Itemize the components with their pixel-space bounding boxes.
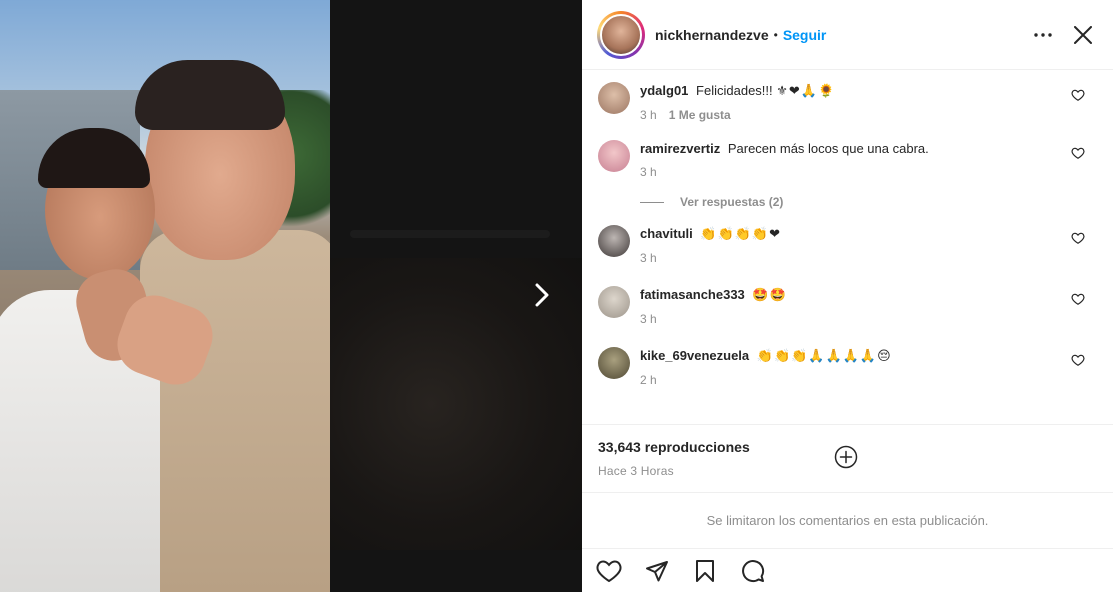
comment-time[interactable]: 3 h — [640, 165, 657, 179]
comment-item: chavituli 👏👏👏👏❤ 3 h — [582, 225, 1113, 265]
commenter-username[interactable]: ydalg01 — [640, 83, 688, 98]
background-tabs — [350, 230, 550, 238]
view-replies-button[interactable]: Ver respuestas (2) — [640, 195, 1113, 209]
heart-icon — [1071, 89, 1085, 101]
comments-list[interactable]: ydalg01 Felicidades!!! ⚜❤🙏🌻 3 h 1 Me gus… — [582, 70, 1113, 469]
heart-icon — [1071, 147, 1085, 159]
video-groom-hair — [135, 60, 285, 130]
commenter-avatar[interactable] — [598, 82, 630, 114]
more-dots-icon — [1034, 32, 1052, 37]
follow-button[interactable]: Seguir — [783, 27, 827, 43]
post-header: nickhernandezve • Seguir — [582, 0, 1113, 70]
commenter-username[interactable]: ramirezvertiz — [640, 141, 720, 156]
heart-icon — [1071, 354, 1085, 366]
commenter-avatar[interactable] — [598, 225, 630, 257]
post-side-panel: nickhernandezve • Seguir ydalg01 Felicid… — [582, 0, 1113, 592]
save-button[interactable] — [692, 558, 718, 584]
comment-item: ramirezvertiz Parecen más locos que una … — [582, 140, 1113, 179]
comment-emojis: 🤩🤩 — [752, 288, 787, 303]
view-replies-label: Ver respuestas (2) — [680, 195, 784, 209]
heart-icon — [1071, 232, 1085, 244]
share-button[interactable] — [644, 558, 670, 584]
plus-circle-icon — [834, 445, 858, 469]
comment-emojis: 👏👏👏👏❤ — [700, 227, 782, 242]
like-comment-button[interactable] — [1071, 231, 1085, 245]
comment-emojis: 👏👏👏🙏🙏🙏🙏😔 — [756, 349, 892, 364]
comment-item: fatimasanche333 🤩🤩 3 h — [582, 286, 1113, 326]
like-comment-button[interactable] — [1071, 353, 1085, 367]
comment-time[interactable]: 3 h — [640, 108, 657, 122]
send-icon — [646, 560, 668, 581]
avatar[interactable] — [600, 13, 642, 56]
separator-dot: • — [773, 27, 778, 42]
load-more-comments-button[interactable] — [834, 445, 858, 469]
heart-icon — [1071, 293, 1085, 305]
comment-time[interactable]: 3 h — [640, 251, 657, 265]
replies-divider — [640, 201, 664, 203]
commenter-username[interactable]: fatimasanche333 — [640, 287, 745, 302]
comment-item: kike_69venezuela 👏👏👏🙏🙏🙏🙏😔 2 h — [582, 347, 1113, 387]
commenter-avatar[interactable] — [598, 347, 630, 379]
commenter-avatar[interactable] — [598, 286, 630, 318]
comment-icon — [742, 559, 765, 582]
comment-time[interactable]: 3 h — [640, 312, 657, 326]
comment-text: Parecen más locos que una cabra. — [727, 141, 929, 156]
bookmark-icon — [696, 559, 714, 582]
like-button[interactable] — [596, 558, 622, 584]
comments-limited-notice: Se limitaron los comentarios en esta pub… — [582, 492, 1113, 548]
post-video[interactable] — [0, 0, 330, 592]
commenter-username[interactable]: chavituli — [640, 226, 693, 241]
comment-text: Felicidades!!! — [696, 83, 773, 98]
video-groom-suit — [140, 230, 330, 592]
next-post-arrow[interactable] — [530, 280, 554, 310]
author-username[interactable]: nickhernandezve — [655, 27, 769, 43]
like-comment-button[interactable] — [1071, 88, 1085, 102]
commenter-username[interactable]: kike_69venezuela — [640, 348, 749, 363]
action-bar — [582, 548, 1113, 592]
comment-item: ydalg01 Felicidades!!! ⚜❤🙏🌻 3 h 1 Me gus… — [582, 82, 1113, 122]
comment-button[interactable] — [740, 558, 766, 584]
close-icon — [1074, 25, 1092, 44]
more-options-button[interactable] — [1029, 21, 1057, 49]
chevron-right-icon — [535, 283, 549, 307]
comment-time[interactable]: 2 h — [640, 373, 657, 387]
close-button[interactable] — [1069, 21, 1097, 49]
comment-emojis: ⚜❤🙏🌻 — [776, 84, 836, 99]
commenter-avatar[interactable] — [598, 140, 630, 172]
like-comment-button[interactable] — [1071, 292, 1085, 306]
comment-likes[interactable]: 1 Me gusta — [669, 108, 731, 122]
like-comment-button[interactable] — [1071, 146, 1085, 160]
story-ring[interactable] — [597, 10, 645, 59]
heart-icon — [596, 559, 622, 582]
